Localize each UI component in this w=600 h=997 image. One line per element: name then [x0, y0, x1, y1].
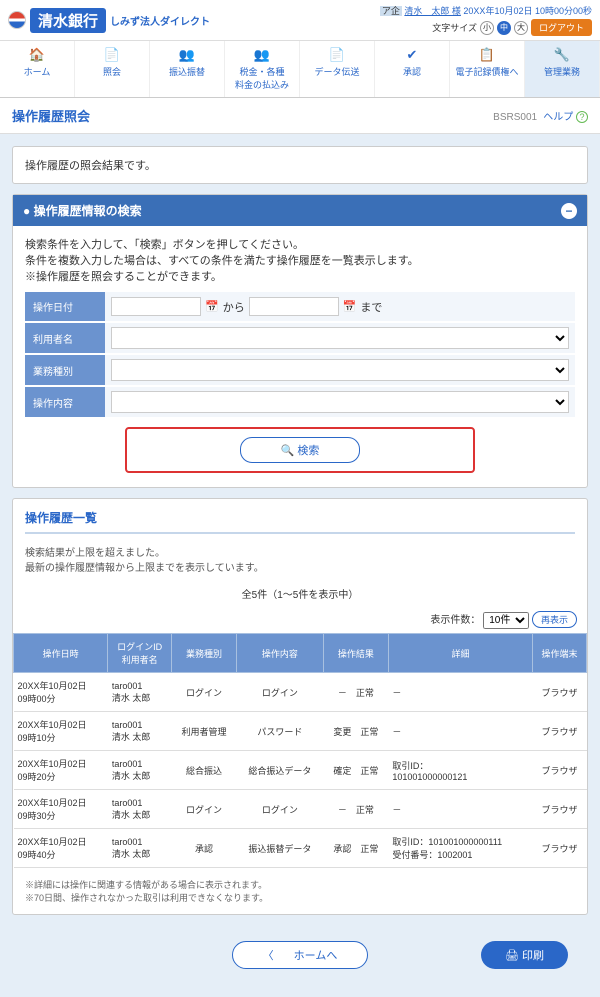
list-warn1: 検索結果が上限を超えました。	[25, 544, 575, 559]
user-select[interactable]	[111, 327, 569, 349]
nav-5[interactable]: ✔承認	[375, 41, 450, 97]
calendar-icon[interactable]: 📅	[205, 300, 219, 313]
table-row: 20XX年10月02日09時40分taro001清水 太郎承認振込振替データ承認…	[14, 829, 587, 868]
bank-name: 清水銀行	[30, 8, 106, 33]
label-content: 操作内容	[25, 387, 105, 417]
date-to-input[interactable]	[249, 297, 339, 316]
user-name-link[interactable]: 清水 太郎 様	[404, 6, 461, 16]
nav-0[interactable]: 🏠ホーム	[0, 41, 75, 97]
search-section-title: ● 操作履歴情報の検索	[23, 202, 142, 219]
timestamp: 20XX年10月02日 10時00分00秒	[463, 6, 592, 16]
user-badge: ア企	[380, 6, 402, 16]
calendar-icon[interactable]: 📅	[343, 300, 357, 313]
footnote2: ※70日間、操作されなかった取引は利用できなくなります。	[25, 891, 575, 904]
font-small[interactable]: 小	[480, 21, 494, 35]
nav-3[interactable]: 👥税金・各種料金の払込み	[225, 41, 300, 97]
nav-4[interactable]: 📄データ伝送	[300, 41, 375, 97]
type-select[interactable]	[111, 359, 569, 381]
search-desc1: 検索条件を入力して、「検索」ボタンを押してください。	[25, 236, 575, 252]
label-type: 業務種別	[25, 355, 105, 385]
logout-button[interactable]: ログアウト	[531, 19, 592, 36]
list-title: 操作履歴一覧	[25, 503, 575, 534]
home-button[interactable]: 〈ホームへ	[232, 941, 369, 969]
collapse-icon[interactable]: −	[561, 203, 577, 219]
intro-text: 操作履歴の照会結果です。	[13, 147, 587, 183]
font-medium[interactable]: 中	[497, 21, 511, 35]
table-row: 20XX年10月02日09時10分taro001清水 太郎利用者管理パスワード変…	[14, 712, 587, 751]
table-row: 20XX年10月02日09時00分taro001清水 太郎ログインログイン－ 正…	[14, 673, 587, 712]
font-large[interactable]: 大	[514, 21, 528, 35]
search-desc3: ※操作履歴を照会することができます。	[25, 268, 575, 284]
count-text: 全5件（1～5件を表示中）	[13, 580, 587, 607]
content-select[interactable]	[111, 391, 569, 413]
label-user: 利用者名	[25, 323, 105, 353]
search-button[interactable]: 🔍 検索	[240, 437, 361, 463]
font-size-label: 文字サイズ	[432, 21, 477, 34]
list-warn2: 最新の操作履歴情報から上限までを表示しています。	[25, 559, 575, 574]
footnote1: ※詳細には操作に関連する情報がある場合に表示されます。	[25, 878, 575, 891]
date-from-input[interactable]	[111, 297, 201, 316]
table-row: 20XX年10月02日09時20分taro001清水 太郎総合振込総合振込データ…	[14, 751, 587, 790]
bank-logo	[8, 11, 26, 29]
page-code: BSRS001	[493, 112, 537, 123]
page-title: 操作履歴照会	[12, 106, 90, 125]
help-link[interactable]: ヘルプ ?	[543, 112, 588, 123]
tagline: しみず法人ダイレクト	[110, 13, 210, 28]
table-row: 20XX年10月02日09時30分taro001清水 太郎ログインログイン－ 正…	[14, 790, 587, 829]
nav-1[interactable]: 📄照会	[75, 41, 150, 97]
nav-6[interactable]: 📋電子記録債権へ	[450, 41, 525, 97]
per-page-select[interactable]: 10件	[483, 612, 529, 629]
search-desc2: 条件を複数入力した場合は、すべての条件を満たす操作履歴を一覧表示します。	[25, 252, 575, 268]
reshow-button[interactable]: 再表示	[532, 611, 577, 628]
label-date: 操作日付	[25, 292, 105, 321]
nav-7[interactable]: 🔧管理業務	[525, 41, 600, 97]
print-button[interactable]: 🖨 印刷	[481, 941, 568, 969]
nav-2[interactable]: 👥振込振替	[150, 41, 225, 97]
